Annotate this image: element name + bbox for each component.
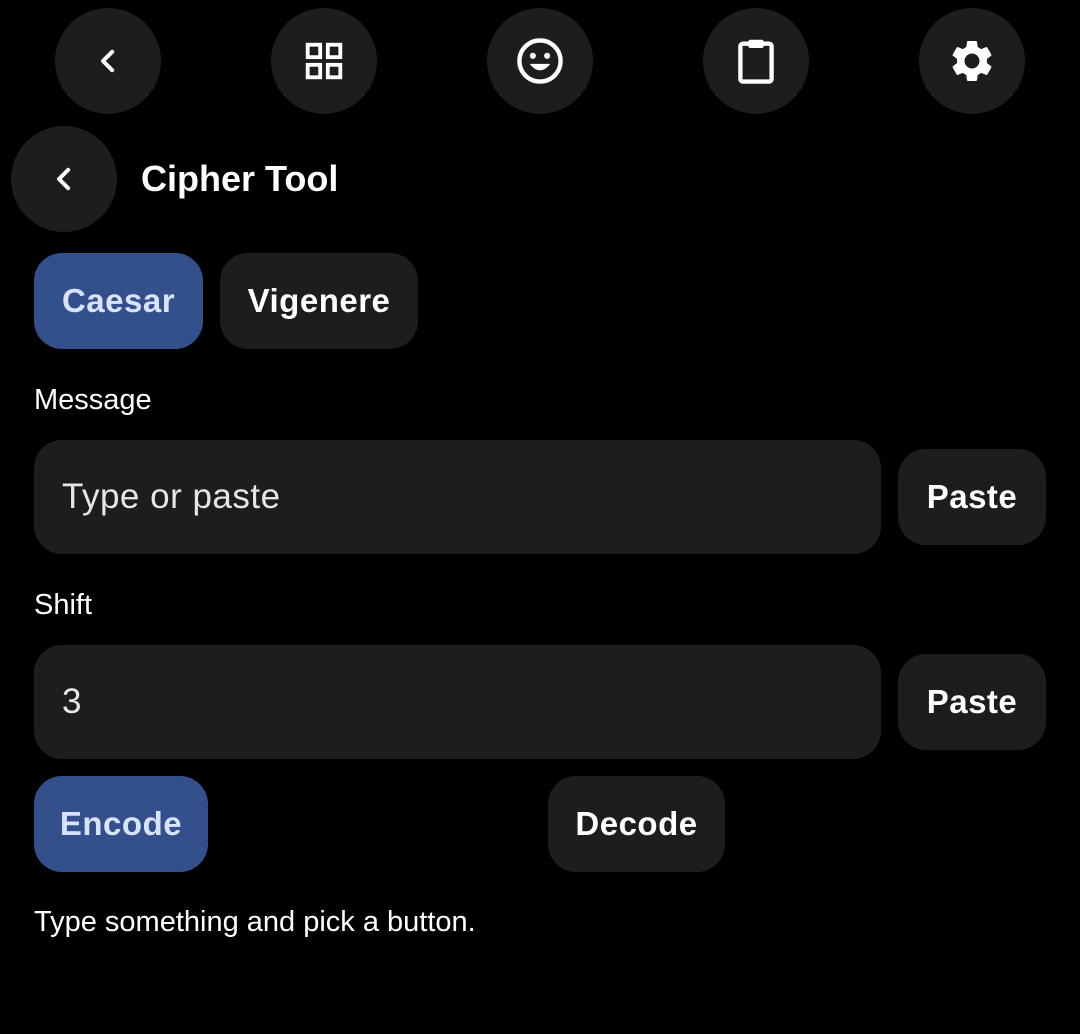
shift-label: Shift — [34, 589, 93, 621]
toolbar-settings-button[interactable] — [919, 8, 1025, 114]
toolbar-back-button[interactable] — [55, 8, 161, 114]
message-input[interactable]: Type or paste — [34, 440, 881, 554]
shift-input[interactable]: 3 — [34, 645, 881, 759]
tab-vigenere[interactable]: Vigenere — [220, 253, 418, 349]
tab-caesar[interactable]: Caesar — [34, 253, 203, 349]
clipboard-icon — [738, 39, 774, 84]
chevron-left-icon — [57, 167, 71, 191]
message-label: Message — [34, 384, 152, 416]
page-title: Cipher Tool — [141, 158, 339, 199]
header-back-button[interactable] — [11, 126, 117, 232]
grid-icon — [305, 42, 343, 80]
encode-button[interactable]: Encode — [34, 776, 208, 872]
message-placeholder: Type or paste — [62, 477, 281, 516]
chevron-left-icon — [101, 49, 115, 73]
shift-value: 3 — [62, 682, 82, 721]
decode-button[interactable]: Decode — [548, 776, 725, 872]
status-text: Type something and pick a button. — [34, 906, 476, 938]
shift-paste-button[interactable]: Paste — [898, 654, 1046, 750]
gear-icon — [952, 40, 992, 81]
toolbar-clipboard-button[interactable] — [703, 8, 809, 114]
toolbar-apps-button[interactable] — [271, 8, 377, 114]
message-paste-button[interactable]: Paste — [898, 449, 1046, 545]
toolbar-emoji-button[interactable] — [487, 8, 593, 114]
smiley-icon — [517, 38, 563, 84]
